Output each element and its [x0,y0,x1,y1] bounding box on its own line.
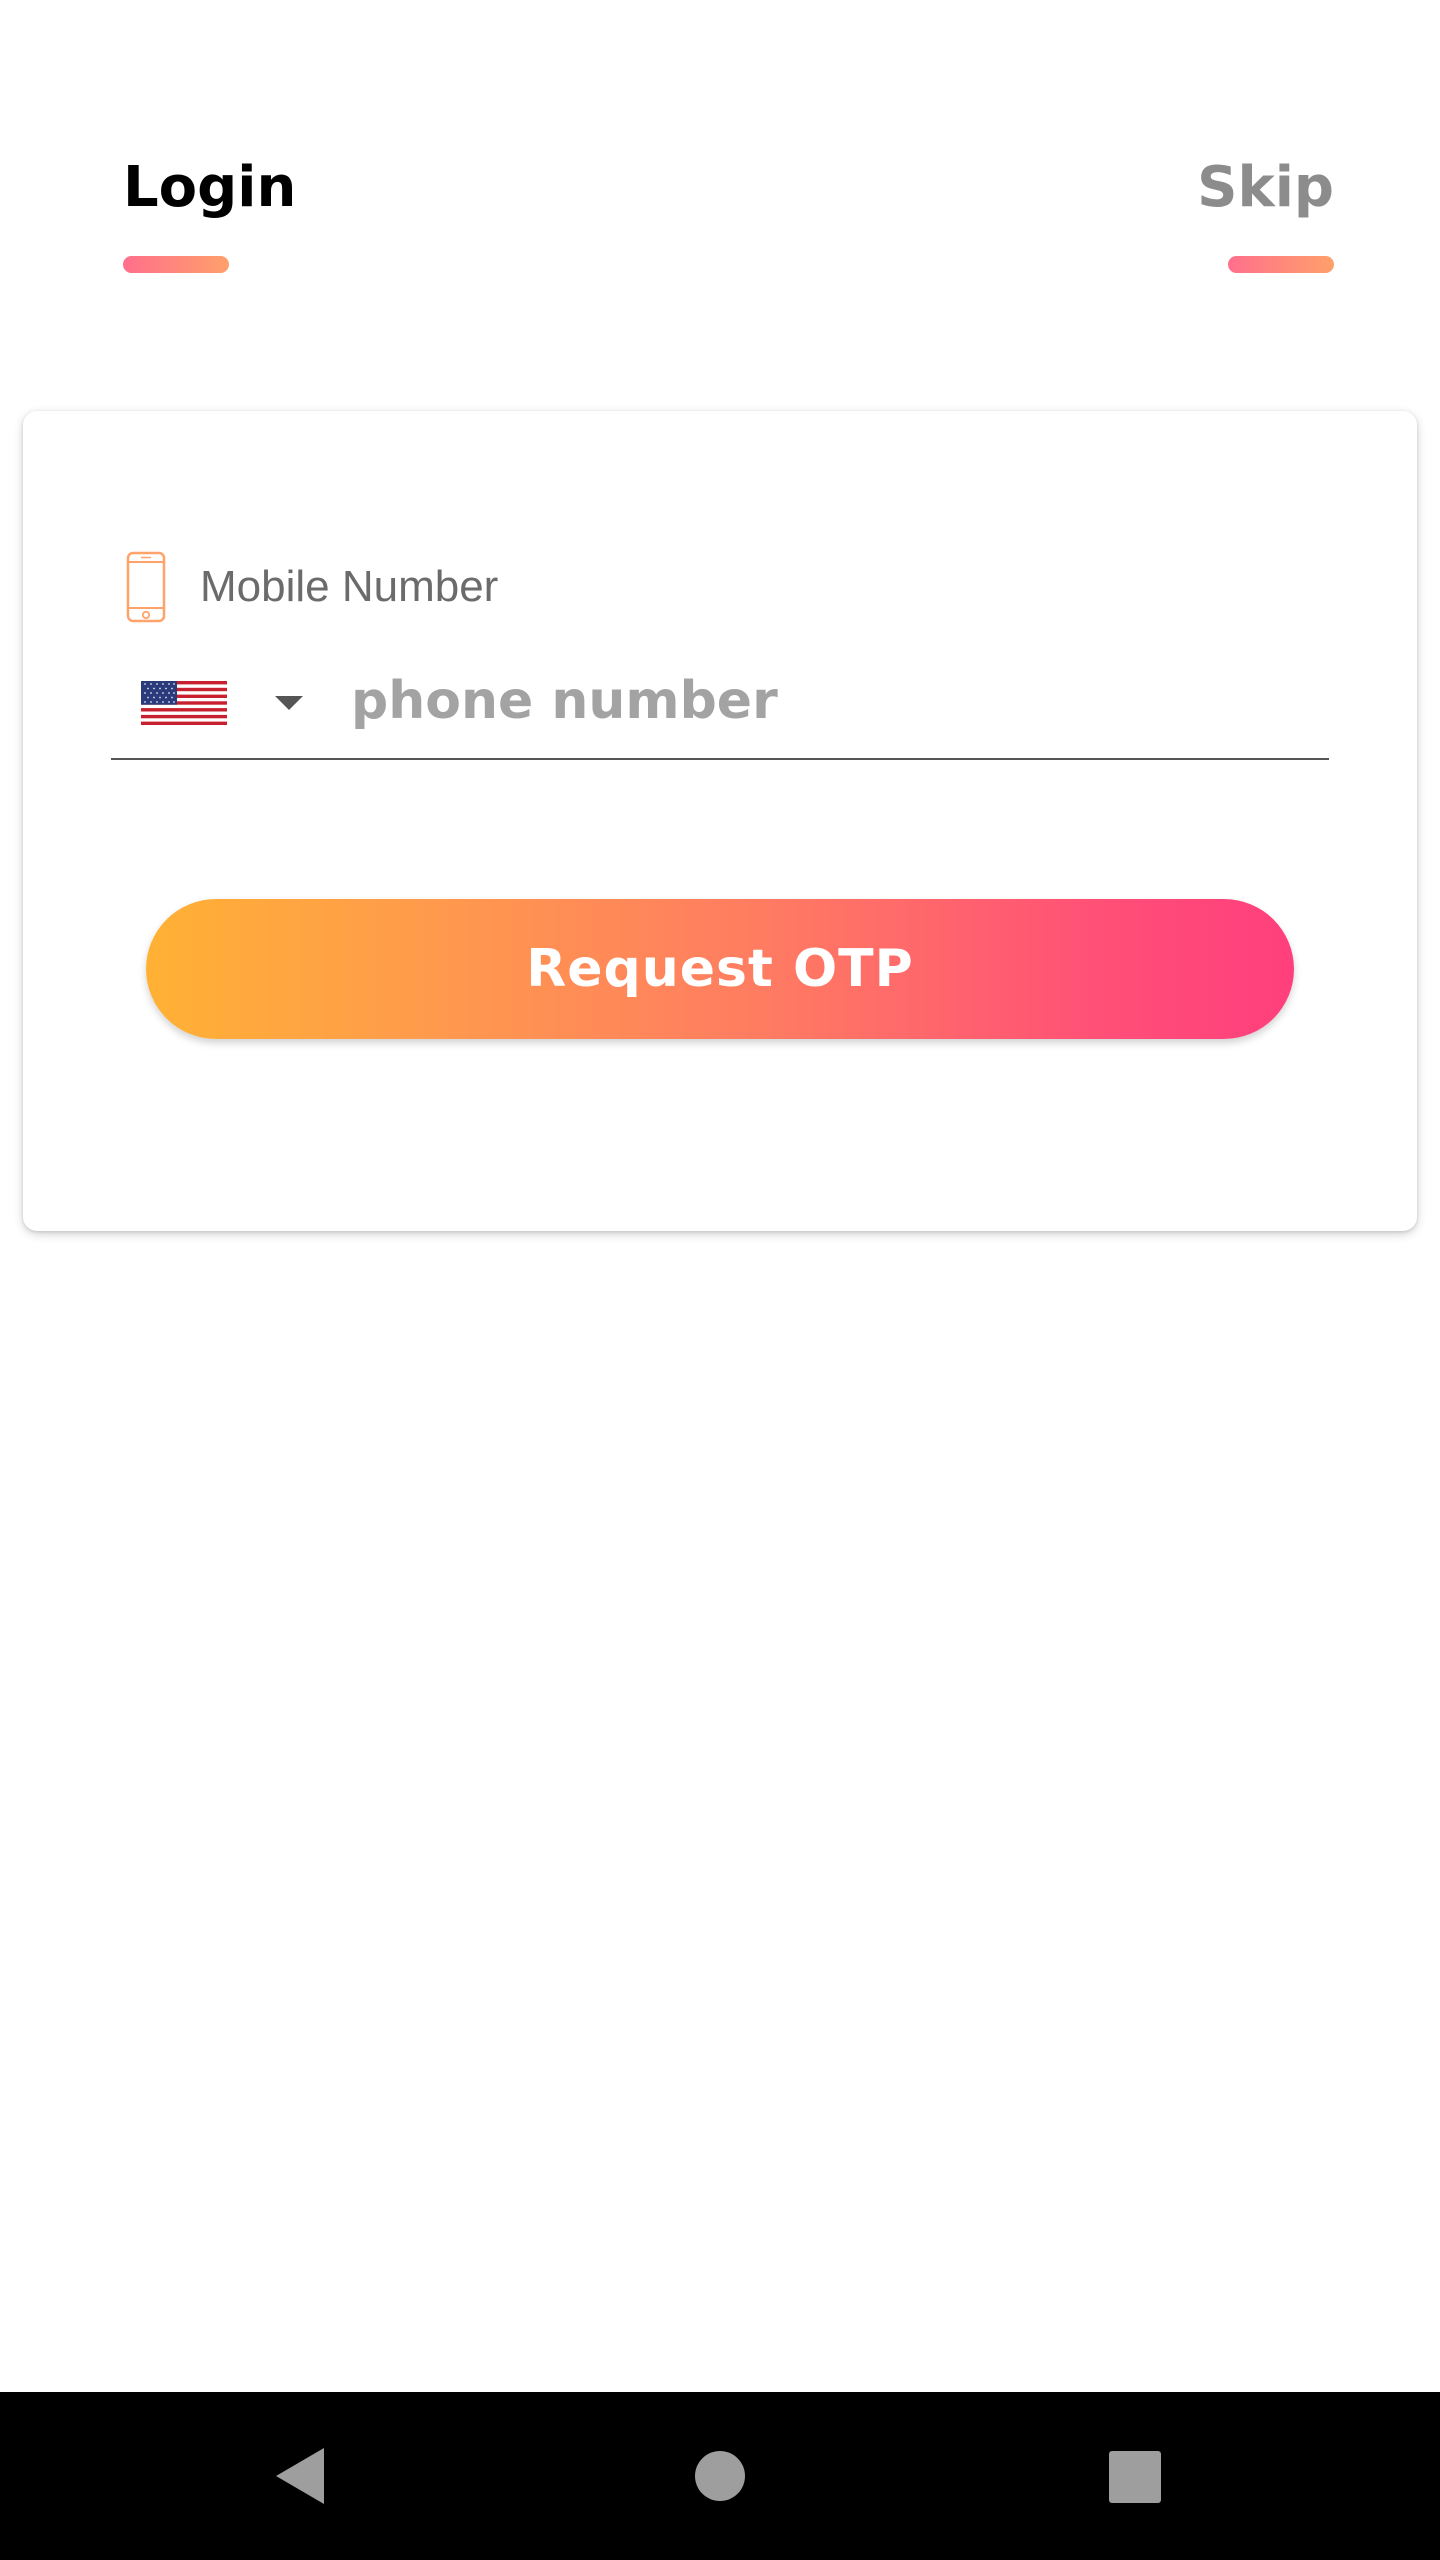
tab-login-indicator [123,256,229,273]
country-code-selector[interactable] [111,651,341,751]
login-screen: Login Skip Mobile Number phone number Re… [0,0,1440,2560]
back-triangle-icon[interactable] [272,2446,328,2506]
system-navigation-bar [0,2392,1440,2560]
us-flag-icon [141,681,227,725]
login-card: Mobile Number phone number Request OTP [23,411,1417,1231]
home-circle-icon[interactable] [694,2450,746,2502]
tab-login[interactable]: Login [123,150,296,226]
mobile-number-label: Mobile Number [200,562,499,611]
phone-number-input[interactable] [351,651,1321,751]
phone-input-row [111,651,1329,760]
skip-button[interactable]: Skip [1197,150,1334,226]
request-otp-label: Request OTP [526,939,914,999]
request-otp-button[interactable]: Request OTP [146,899,1294,1039]
skip-indicator [1228,256,1334,273]
mobile-number-label-row: Mobile Number [126,551,498,623]
recents-square-icon[interactable] [1108,2450,1162,2504]
mobile-phone-icon [126,551,166,623]
caret-down-icon [275,696,303,710]
